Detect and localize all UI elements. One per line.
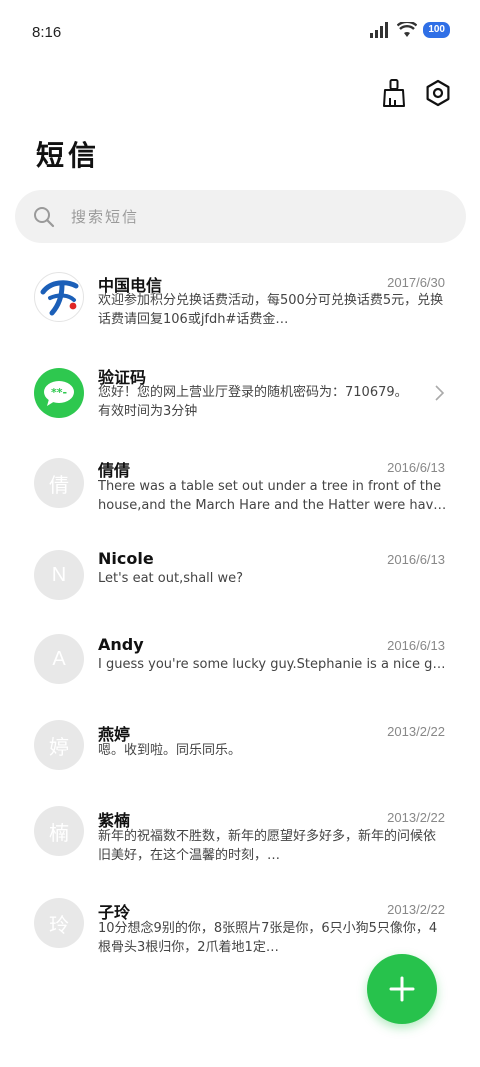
avatar: 婷 [34, 720, 84, 770]
search-input[interactable] [71, 207, 431, 226]
battery-indicator: 100 [423, 22, 450, 38]
contact-name: Nicole [98, 549, 154, 568]
avatar: **- [34, 368, 84, 418]
status-time: 8:16 [32, 24, 62, 41]
contact-name: Andy [98, 635, 144, 654]
settings-button[interactable] [424, 78, 452, 108]
avatar: A [34, 634, 84, 684]
avatar [34, 272, 84, 322]
conversation-item[interactable]: **- 验证码 您好！您的网上营业厅登录的随机密码为：710679。有效时间为3… [0, 363, 480, 423]
chevron-right-icon [435, 385, 445, 401]
message-date: 2016/6/13 [387, 552, 445, 567]
status-bar: 8:16 100 [0, 0, 480, 66]
message-preview: 新年的祝福数不胜数，新年的愿望好多好多，新年的问候依旧美好，在这个温馨的时刻，… [98, 829, 437, 863]
clean-button[interactable] [380, 78, 408, 108]
message-date: 2013/2/22 [387, 810, 445, 825]
plus-icon [389, 976, 415, 1002]
page-title: 短信 [36, 139, 101, 172]
avatar: 楠 [34, 806, 84, 856]
avatar: 玲 [34, 898, 84, 948]
wifi-icon [397, 22, 418, 37]
conversation-item[interactable]: 婷 燕婷 2013/2/22 嗯。收到啦。同乐同乐。 [0, 720, 480, 772]
message-bubble-icon: **- [44, 381, 74, 406]
message-date: 2016/6/13 [387, 460, 445, 475]
conversation-item[interactable]: 倩 倩倩 2016/6/13 There was a table set out… [0, 456, 480, 522]
china-telecom-logo-icon [40, 280, 79, 316]
signal-icon [370, 22, 389, 38]
avatar: 倩 [34, 458, 84, 508]
message-preview: There was a table set out under a tree i… [98, 479, 447, 513]
settings-hex-icon [426, 79, 450, 107]
message-preview: 10分想念9别的你，8张照片7张是你，6只小狗5只像你，4根骨头3根归你，2爪着… [98, 921, 438, 955]
conversation-item[interactable]: A Andy 2016/6/13 I guess you're some luc… [0, 634, 480, 686]
header-actions [380, 78, 452, 108]
status-icons: 100 [369, 22, 450, 38]
message-preview: Let's eat out,shall we? [98, 571, 244, 586]
conversation-item[interactable]: N Nicole 2016/6/13 Let's eat out,shall w… [0, 548, 480, 600]
search-icon [31, 204, 57, 230]
message-preview: 欢迎参加积分兑换话费活动，每500分可兑换话费5元，兑换话费请回复106或jfd… [98, 293, 444, 327]
search-bar[interactable] [15, 190, 466, 243]
message-date: 2016/6/13 [387, 638, 445, 653]
conversation-item[interactable]: 楠 紫楠 2013/2/22 新年的祝福数不胜数，新年的愿望好多好多，新年的问候… [0, 806, 480, 872]
broom-icon [383, 79, 405, 107]
message-date: 2013/2/22 [387, 902, 445, 917]
message-date: 2017/6/30 [387, 275, 445, 290]
message-preview: 嗯。收到啦。同乐同乐。 [98, 743, 242, 758]
new-message-button[interactable] [367, 954, 437, 1024]
message-preview: I guess you're some lucky guy.Stephanie … [98, 657, 448, 672]
conversation-item[interactable]: 中国电信 2017/6/30 欢迎参加积分兑换话费活动，每500分可兑换话费5元… [0, 270, 480, 336]
avatar-glyph: **- [51, 386, 67, 399]
message-preview: 您好！您的网上营业厅登录的随机密码为：710679。有效时间为3分钟 [98, 385, 408, 419]
avatar: N [34, 550, 84, 600]
message-date: 2013/2/22 [387, 724, 445, 739]
